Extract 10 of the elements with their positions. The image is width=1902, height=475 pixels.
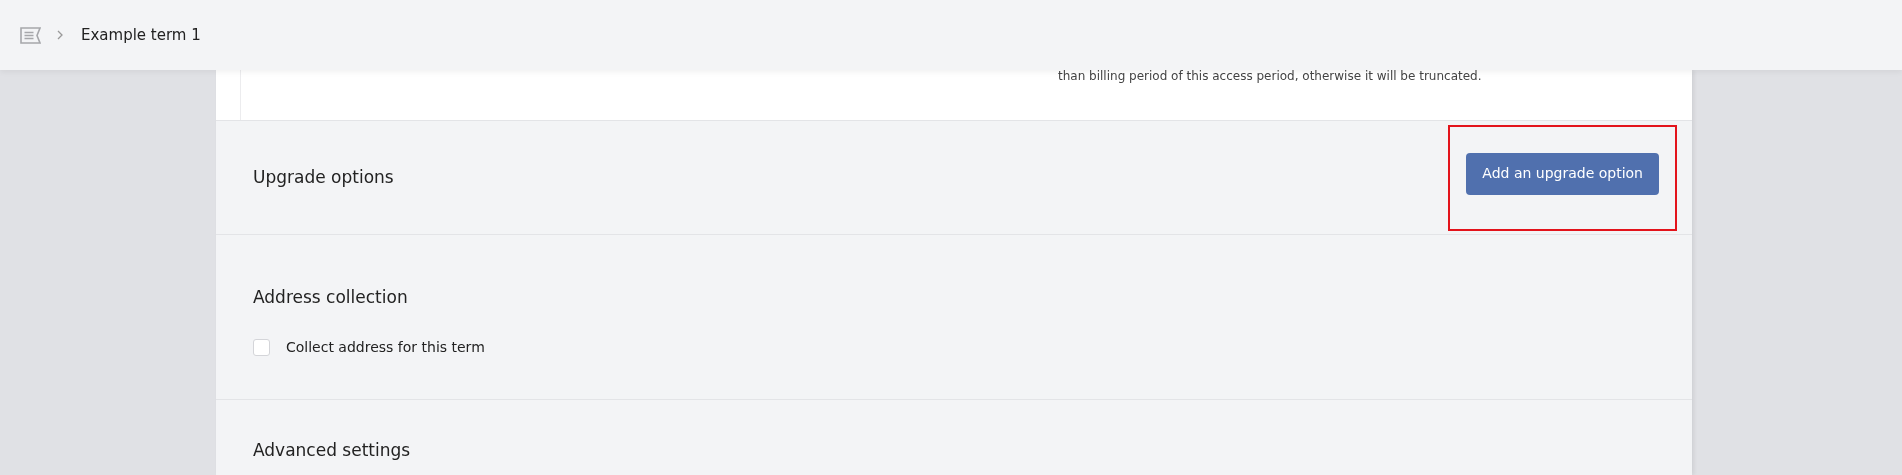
ticket-icon[interactable] (20, 26, 41, 44)
help-text: than billing period of this access period, otherwise it will be truncated. (1058, 68, 1482, 85)
breadcrumb-title: Example term 1 (81, 24, 201, 46)
chevron-icon (57, 30, 63, 40)
checkbox[interactable] (253, 338, 270, 356)
add-upgrade-button[interactable]: Add an upgrade option (1466, 152, 1659, 195)
section-title: Upgrade options (253, 165, 394, 189)
section-title: Advanced settings (253, 439, 412, 462)
checkbox-label: Collect address for this term (286, 337, 485, 357)
section-title: Address collection (253, 286, 409, 309)
